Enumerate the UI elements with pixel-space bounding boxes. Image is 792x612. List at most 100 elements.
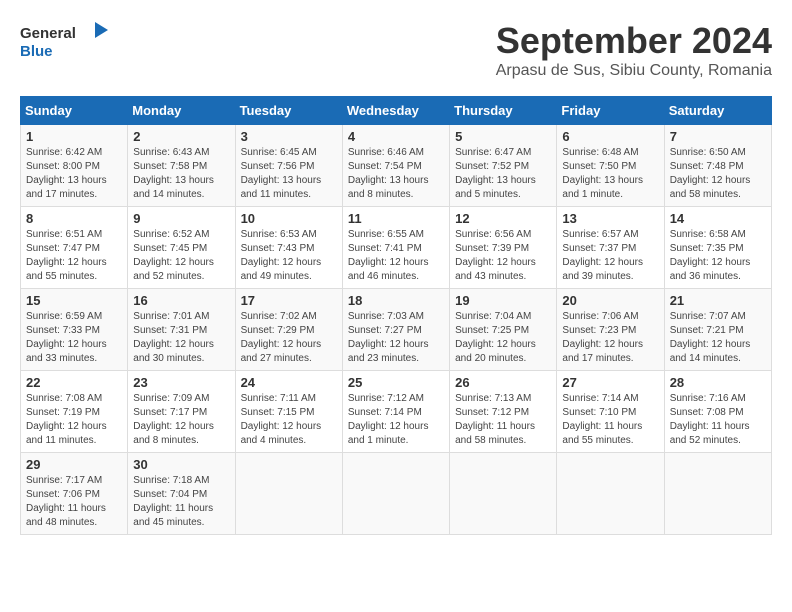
- day-info: Sunrise: 6:43 AM Sunset: 7:58 PM Dayligh…: [133, 146, 229, 202]
- logo-svg: General Blue: [20, 20, 110, 62]
- day-info: Sunrise: 7:13 AM Sunset: 7:12 PM Dayligh…: [455, 392, 551, 448]
- day-info: Sunrise: 7:17 AM Sunset: 7:06 PM Dayligh…: [26, 474, 122, 530]
- empty-cell-w4-c3: [342, 453, 449, 535]
- day-number: 2: [133, 129, 229, 144]
- day-number: 9: [133, 211, 229, 226]
- col-saturday: Saturday: [664, 97, 771, 125]
- day-cell-17: 17 Sunrise: 7:02 AM Sunset: 7:29 PM Dayl…: [235, 289, 342, 371]
- day-number: 20: [562, 293, 658, 308]
- day-cell-20: 20 Sunrise: 7:06 AM Sunset: 7:23 PM Dayl…: [557, 289, 664, 371]
- day-cell-28: 28 Sunrise: 7:16 AM Sunset: 7:08 PM Dayl…: [664, 371, 771, 453]
- calendar-week-4: 22 Sunrise: 7:08 AM Sunset: 7:19 PM Dayl…: [21, 371, 772, 453]
- day-cell-21: 21 Sunrise: 7:07 AM Sunset: 7:21 PM Dayl…: [664, 289, 771, 371]
- day-info: Sunrise: 6:57 AM Sunset: 7:37 PM Dayligh…: [562, 228, 658, 284]
- col-wednesday: Wednesday: [342, 97, 449, 125]
- day-cell-23: 23 Sunrise: 7:09 AM Sunset: 7:17 PM Dayl…: [128, 371, 235, 453]
- empty-cell-w4-c6: [664, 453, 771, 535]
- day-cell-6: 6 Sunrise: 6:48 AM Sunset: 7:50 PM Dayli…: [557, 125, 664, 207]
- day-number: 16: [133, 293, 229, 308]
- day-number: 14: [670, 211, 766, 226]
- day-number: 13: [562, 211, 658, 226]
- day-number: 25: [348, 375, 444, 390]
- day-info: Sunrise: 7:04 AM Sunset: 7:25 PM Dayligh…: [455, 310, 551, 366]
- logo: General Blue: [20, 20, 110, 62]
- day-number: 18: [348, 293, 444, 308]
- day-cell-27: 27 Sunrise: 7:14 AM Sunset: 7:10 PM Dayl…: [557, 371, 664, 453]
- day-cell-5: 5 Sunrise: 6:47 AM Sunset: 7:52 PM Dayli…: [450, 125, 557, 207]
- day-cell-14: 14 Sunrise: 6:58 AM Sunset: 7:35 PM Dayl…: [664, 207, 771, 289]
- col-tuesday: Tuesday: [235, 97, 342, 125]
- day-number: 5: [455, 129, 551, 144]
- empty-cell-w4-c5: [557, 453, 664, 535]
- day-cell-26: 26 Sunrise: 7:13 AM Sunset: 7:12 PM Dayl…: [450, 371, 557, 453]
- day-info: Sunrise: 6:52 AM Sunset: 7:45 PM Dayligh…: [133, 228, 229, 284]
- day-number: 23: [133, 375, 229, 390]
- day-info: Sunrise: 6:55 AM Sunset: 7:41 PM Dayligh…: [348, 228, 444, 284]
- day-info: Sunrise: 6:59 AM Sunset: 7:33 PM Dayligh…: [26, 310, 122, 366]
- day-cell-2: 2 Sunrise: 6:43 AM Sunset: 7:58 PM Dayli…: [128, 125, 235, 207]
- calendar-week-1: 1 Sunrise: 6:42 AM Sunset: 8:00 PM Dayli…: [21, 125, 772, 207]
- day-info: Sunrise: 7:02 AM Sunset: 7:29 PM Dayligh…: [241, 310, 337, 366]
- empty-cell-w4-c4: [450, 453, 557, 535]
- day-number: 12: [455, 211, 551, 226]
- day-info: Sunrise: 7:06 AM Sunset: 7:23 PM Dayligh…: [562, 310, 658, 366]
- calendar-week-3: 15 Sunrise: 6:59 AM Sunset: 7:33 PM Dayl…: [21, 289, 772, 371]
- day-number: 11: [348, 211, 444, 226]
- day-number: 15: [26, 293, 122, 308]
- day-info: Sunrise: 6:47 AM Sunset: 7:52 PM Dayligh…: [455, 146, 551, 202]
- day-cell-8: 8 Sunrise: 6:51 AM Sunset: 7:47 PM Dayli…: [21, 207, 128, 289]
- day-info: Sunrise: 7:07 AM Sunset: 7:21 PM Dayligh…: [670, 310, 766, 366]
- day-number: 4: [348, 129, 444, 144]
- calendar-table: Sunday Monday Tuesday Wednesday Thursday…: [20, 96, 772, 535]
- page-header: General Blue September 2024 Arpasu de Su…: [20, 20, 772, 80]
- day-number: 30: [133, 457, 229, 472]
- day-info: Sunrise: 6:58 AM Sunset: 7:35 PM Dayligh…: [670, 228, 766, 284]
- day-number: 3: [241, 129, 337, 144]
- day-cell-15: 15 Sunrise: 6:59 AM Sunset: 7:33 PM Dayl…: [21, 289, 128, 371]
- day-number: 29: [26, 457, 122, 472]
- day-number: 17: [241, 293, 337, 308]
- day-cell-4: 4 Sunrise: 6:46 AM Sunset: 7:54 PM Dayli…: [342, 125, 449, 207]
- day-cell-30: 30 Sunrise: 7:18 AM Sunset: 7:04 PM Dayl…: [128, 453, 235, 535]
- day-cell-16: 16 Sunrise: 7:01 AM Sunset: 7:31 PM Dayl…: [128, 289, 235, 371]
- day-number: 8: [26, 211, 122, 226]
- day-info: Sunrise: 7:11 AM Sunset: 7:15 PM Dayligh…: [241, 392, 337, 448]
- day-cell-18: 18 Sunrise: 7:03 AM Sunset: 7:27 PM Dayl…: [342, 289, 449, 371]
- day-cell-25: 25 Sunrise: 7:12 AM Sunset: 7:14 PM Dayl…: [342, 371, 449, 453]
- day-number: 27: [562, 375, 658, 390]
- day-number: 21: [670, 293, 766, 308]
- col-monday: Monday: [128, 97, 235, 125]
- day-cell-12: 12 Sunrise: 6:56 AM Sunset: 7:39 PM Dayl…: [450, 207, 557, 289]
- day-cell-7: 7 Sunrise: 6:50 AM Sunset: 7:48 PM Dayli…: [664, 125, 771, 207]
- day-cell-24: 24 Sunrise: 7:11 AM Sunset: 7:15 PM Dayl…: [235, 371, 342, 453]
- col-sunday: Sunday: [21, 97, 128, 125]
- day-cell-11: 11 Sunrise: 6:55 AM Sunset: 7:41 PM Dayl…: [342, 207, 449, 289]
- day-cell-10: 10 Sunrise: 6:53 AM Sunset: 7:43 PM Dayl…: [235, 207, 342, 289]
- day-number: 28: [670, 375, 766, 390]
- day-info: Sunrise: 6:51 AM Sunset: 7:47 PM Dayligh…: [26, 228, 122, 284]
- calendar-header-row: Sunday Monday Tuesday Wednesday Thursday…: [21, 97, 772, 125]
- day-number: 22: [26, 375, 122, 390]
- day-cell-9: 9 Sunrise: 6:52 AM Sunset: 7:45 PM Dayli…: [128, 207, 235, 289]
- day-cell-19: 19 Sunrise: 7:04 AM Sunset: 7:25 PM Dayl…: [450, 289, 557, 371]
- day-info: Sunrise: 7:16 AM Sunset: 7:08 PM Dayligh…: [670, 392, 766, 448]
- day-info: Sunrise: 7:01 AM Sunset: 7:31 PM Dayligh…: [133, 310, 229, 366]
- day-number: 26: [455, 375, 551, 390]
- day-info: Sunrise: 6:46 AM Sunset: 7:54 PM Dayligh…: [348, 146, 444, 202]
- day-info: Sunrise: 6:42 AM Sunset: 8:00 PM Dayligh…: [26, 146, 122, 202]
- day-info: Sunrise: 7:08 AM Sunset: 7:19 PM Dayligh…: [26, 392, 122, 448]
- title-section: September 2024 Arpasu de Sus, Sibiu Coun…: [496, 20, 772, 80]
- day-info: Sunrise: 6:48 AM Sunset: 7:50 PM Dayligh…: [562, 146, 658, 202]
- svg-text:Blue: Blue: [20, 43, 53, 60]
- page-subtitle: Arpasu de Sus, Sibiu County, Romania: [496, 62, 772, 80]
- day-info: Sunrise: 6:56 AM Sunset: 7:39 PM Dayligh…: [455, 228, 551, 284]
- day-number: 7: [670, 129, 766, 144]
- page-title: September 2024: [496, 20, 772, 62]
- day-number: 6: [562, 129, 658, 144]
- day-number: 10: [241, 211, 337, 226]
- day-info: Sunrise: 7:18 AM Sunset: 7:04 PM Dayligh…: [133, 474, 229, 530]
- day-cell-1: 1 Sunrise: 6:42 AM Sunset: 8:00 PM Dayli…: [21, 125, 128, 207]
- day-number: 24: [241, 375, 337, 390]
- calendar-week-2: 8 Sunrise: 6:51 AM Sunset: 7:47 PM Dayli…: [21, 207, 772, 289]
- calendar-week-5: 29 Sunrise: 7:17 AM Sunset: 7:06 PM Dayl…: [21, 453, 772, 535]
